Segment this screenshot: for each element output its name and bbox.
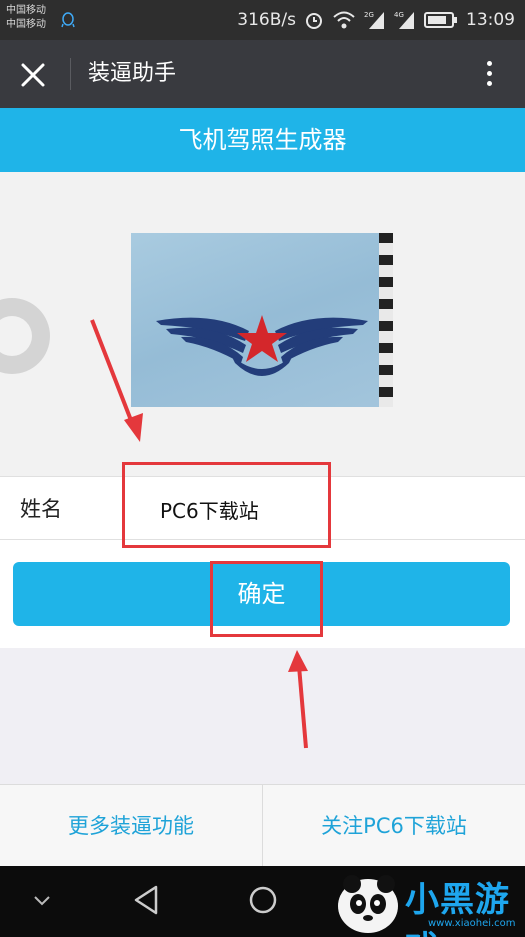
header-banner: 飞机驾照生成器 bbox=[0, 108, 525, 172]
name-row: 姓名 bbox=[0, 476, 525, 540]
loading-circle-icon bbox=[0, 298, 50, 374]
qq-icon bbox=[61, 12, 75, 28]
signal-2g-label: 2G bbox=[364, 11, 374, 19]
signal-4g-label: 4G bbox=[394, 11, 404, 19]
confirm-area: 确定 bbox=[0, 540, 525, 648]
status-right: 316B/s 2G 4G 13:09 bbox=[237, 0, 515, 40]
pilot-badge-image bbox=[131, 233, 393, 407]
chevron-down-icon[interactable] bbox=[32, 894, 52, 908]
battery-icon bbox=[424, 12, 457, 28]
title-divider bbox=[70, 58, 71, 90]
bottom-menu: 更多装逼功能 关注PC6下载站 bbox=[0, 784, 525, 866]
wings-star-emblem bbox=[156, 315, 368, 376]
signal-2g-icon: 2G bbox=[364, 11, 384, 29]
more-features-link[interactable]: 更多装逼功能 bbox=[0, 785, 262, 866]
follow-pc6-link[interactable]: 关注PC6下载站 bbox=[263, 785, 525, 866]
carrier-2: 中国移动 bbox=[6, 19, 46, 30]
name-input[interactable] bbox=[130, 483, 320, 535]
ruler-strip bbox=[379, 233, 393, 407]
confirm-button[interactable]: 确定 bbox=[13, 562, 510, 626]
clock: 13:09 bbox=[466, 10, 515, 30]
wifi-icon bbox=[333, 11, 355, 29]
page-title: 装逼助手 bbox=[88, 61, 177, 86]
signal-4g-icon: 4G bbox=[394, 11, 414, 29]
more-options-icon[interactable] bbox=[483, 58, 495, 90]
name-label: 姓名 bbox=[20, 497, 62, 521]
blank-area bbox=[0, 648, 525, 784]
watermark-url: www.xiaohei.com bbox=[428, 918, 516, 929]
carrier-info: 中国移动 中国移动 bbox=[6, 4, 46, 32]
content-area bbox=[0, 172, 525, 476]
net-speed: 316B/s bbox=[237, 10, 296, 30]
title-bar: 装逼助手 bbox=[0, 40, 525, 108]
back-icon[interactable] bbox=[132, 884, 160, 916]
status-bar: 中国移动 中国移动 316B/s 2G 4G 13:09 bbox=[0, 0, 525, 40]
close-icon[interactable] bbox=[18, 60, 48, 90]
carrier-1: 中国移动 bbox=[6, 5, 46, 16]
home-icon[interactable] bbox=[247, 884, 279, 916]
alarm-icon bbox=[306, 13, 322, 29]
